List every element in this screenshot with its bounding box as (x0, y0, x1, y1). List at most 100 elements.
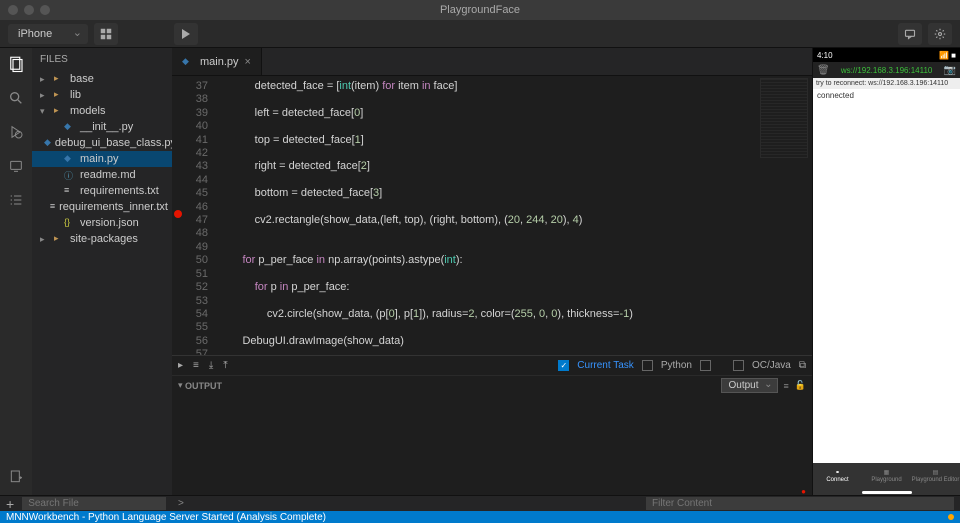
search-file-input[interactable] (22, 497, 166, 510)
file-name: models (70, 105, 105, 117)
phone-tab-editor[interactable]: ▤Playground Editor (911, 463, 960, 489)
checklist-icon[interactable] (6, 190, 26, 210)
phone-tab-connect[interactable]: ⚭Connect (813, 463, 862, 489)
close-tab-icon[interactable]: × (245, 56, 251, 68)
window-title: PlaygroundFace (440, 4, 520, 16)
file-item[interactable]: ◆debug_ui_base_class.py (32, 135, 172, 151)
output-content[interactable] (172, 395, 812, 487)
phone-tabbar: ⚭Connect ▦Playground ▤Playground Editor (813, 463, 960, 489)
output-lock-icon[interactable]: 🔓 (795, 380, 806, 391)
current-task-checkbox[interactable]: ✓ (558, 360, 569, 371)
python-checkbox[interactable] (642, 360, 653, 371)
close-window-button[interactable] (8, 5, 18, 15)
folder-item[interactable]: ▾▸models (32, 103, 172, 119)
output-panel-label: OUTPUT (185, 381, 222, 391)
status-text: MNNWorkbench - Python Language Server St… (6, 512, 326, 523)
output-collapse-icon[interactable]: ▾ (178, 380, 183, 391)
window-controls (8, 5, 50, 15)
file-item[interactable]: ≡requirements.txt (32, 183, 172, 199)
search-icon[interactable] (6, 88, 26, 108)
phone-body[interactable]: connected (813, 89, 960, 463)
python-icon: ◆ (182, 56, 194, 68)
maximize-window-button[interactable] (40, 5, 50, 15)
file-name: readme.md (80, 169, 136, 181)
file-name: site-packages (70, 233, 138, 245)
bottom-row: + > (0, 495, 960, 511)
folder-item[interactable]: ▸▸base (32, 71, 172, 87)
output-channel-select[interactable]: Output (721, 378, 777, 393)
file-item[interactable]: ≡requirements_inner.txt (32, 199, 172, 215)
run-button[interactable] (174, 23, 198, 45)
file-name: base (70, 73, 94, 85)
file-name: version.json (80, 217, 139, 229)
minimize-window-button[interactable] (24, 5, 34, 15)
breakpoint-icon[interactable] (174, 210, 182, 218)
file-tree[interactable]: ▸▸base▸▸lib▾▸models◆__init__.py◆debug_ui… (32, 71, 172, 495)
device-preview: 4:10 📶 ■ 🗑 ws://192.168.3.196:14110 📷 tr… (812, 48, 960, 495)
phone-connected-text: connected (817, 91, 854, 100)
folder-item[interactable]: ▸▸site-packages (32, 231, 172, 247)
file-name: debug_ui_base_class.py (55, 137, 172, 149)
ocjava-checkbox[interactable] (733, 360, 744, 371)
phone-header: 🗑 ws://192.168.3.196:14110 📷 (813, 62, 960, 78)
phone-url: ws://192.168.3.196:14110 (841, 66, 932, 75)
status-bar: MNNWorkbench - Python Language Server St… (0, 511, 960, 523)
tab-main-py[interactable]: ◆ main.py × (172, 48, 262, 75)
output-panel: ▸ ≡ ⤓ ⤒ ✓ Current Task Python OC/Java ⧉ … (172, 355, 812, 495)
phone-signal-icon: 📶 ■ (939, 51, 956, 60)
phone-reconnect-msg: try to reconnect: ws://192.168.3.196:141… (813, 78, 960, 89)
settings-button[interactable] (928, 23, 952, 45)
main-area: Files ▸▸base▸▸lib▾▸models◆__init__.py◆de… (0, 48, 960, 495)
add-page-icon[interactable] (6, 467, 26, 487)
debug-icon[interactable] (6, 122, 26, 142)
folder-item[interactable]: ▸▸lib (32, 87, 172, 103)
camera-icon[interactable]: 📷 (944, 65, 956, 76)
editor-body[interactable]: 37 38 39 40 41 42 43 44 45 46 47 48 49 5… (172, 76, 812, 355)
phone-tab-playground[interactable]: ▦Playground (862, 463, 911, 489)
output-download-icon[interactable]: ⤓ (209, 360, 213, 371)
output-run-icon[interactable]: ▸ (178, 360, 183, 371)
output-more-icon[interactable]: ≡ (784, 381, 789, 391)
file-item[interactable]: ◆main.py (32, 151, 172, 167)
file-item[interactable]: ◆__init__.py (32, 119, 172, 135)
trash-icon[interactable]: 🗑 (817, 65, 830, 76)
file-name: main.py (80, 153, 119, 165)
explorer-icon[interactable] (6, 54, 26, 74)
titlebar: PlaygroundFace (0, 0, 960, 20)
device-icon[interactable] (6, 156, 26, 176)
copy-icon[interactable]: ⧉ (799, 360, 806, 371)
file-item[interactable]: ⓘreadme.md (32, 167, 172, 183)
file-name: requirements_inner.txt (59, 201, 168, 213)
file-name: requirements.txt (80, 185, 159, 197)
output-menu-icon[interactable]: ≡ (193, 360, 199, 371)
sidebar-title: Files (32, 48, 172, 71)
add-file-button[interactable]: + (6, 496, 14, 512)
current-task-label: Current Task (577, 360, 634, 371)
device-select[interactable]: iPhone (8, 24, 88, 44)
blank-checkbox[interactable] (700, 360, 711, 371)
status-warning-icon[interactable] (948, 514, 954, 520)
device-settings-button[interactable] (94, 23, 118, 45)
phone-statusbar: 4:10 📶 ■ (813, 48, 960, 62)
filter-content-input[interactable] (646, 497, 954, 510)
minimap[interactable] (752, 76, 812, 355)
output-upload-icon[interactable]: ⤒ (223, 360, 227, 371)
activity-bar (0, 48, 32, 495)
file-name: __init__.py (80, 121, 133, 133)
editor-area: ◆ main.py × 37 38 39 40 41 42 43 44 45 4… (172, 48, 812, 495)
output-footer: ● (172, 487, 812, 495)
python-label: Python (661, 360, 692, 371)
repl-prompt[interactable]: > (172, 496, 640, 511)
code-content[interactable]: detected_face = [int(item) for item in f… (218, 76, 812, 355)
tab-label: main.py (200, 56, 239, 68)
output-toolbar: ▸ ≡ ⤓ ⤒ ✓ Current Task Python OC/Java ⧉ (172, 356, 812, 376)
error-indicator-icon: ● (801, 487, 806, 496)
phone-home-indicator (813, 489, 960, 495)
ocjava-label: OC/Java (752, 360, 791, 371)
file-item[interactable]: {}version.json (32, 215, 172, 231)
tab-bar: ◆ main.py × (172, 48, 812, 76)
chat-button[interactable] (898, 23, 922, 45)
file-name: lib (70, 89, 81, 101)
toolbar: iPhone (0, 20, 960, 48)
phone-time: 4:10 (817, 51, 833, 60)
